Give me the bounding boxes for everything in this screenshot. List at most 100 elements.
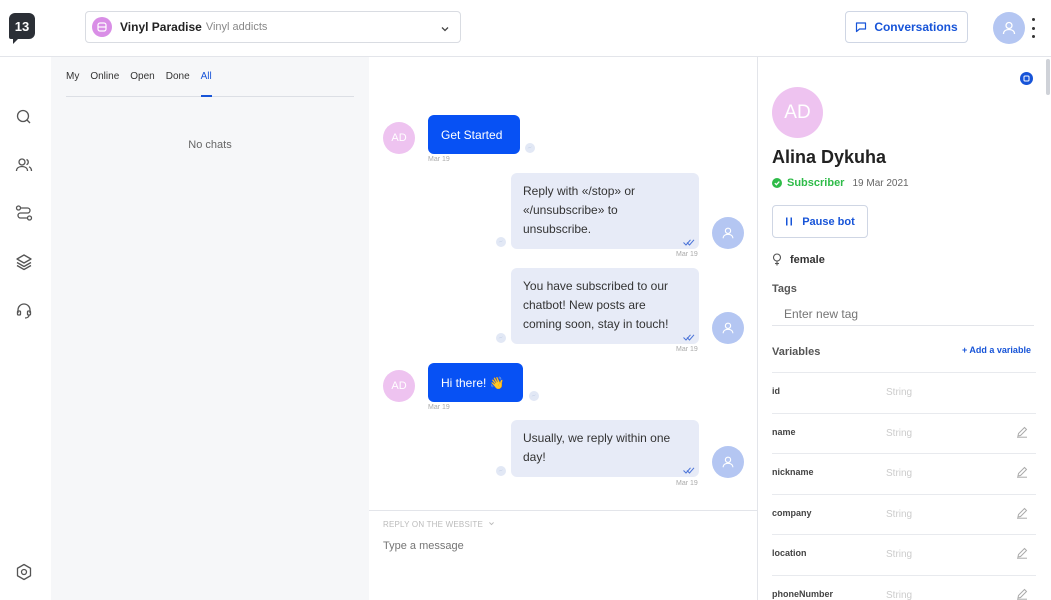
chevron-down-icon <box>440 21 450 39</box>
person-icon <box>722 322 734 334</box>
left-rail <box>0 57 51 600</box>
edit-pencil-icon[interactable] <box>1016 507 1028 519</box>
pause-bot-label: Pause bot <box>802 215 855 228</box>
message-time: Mar 19 <box>428 156 450 163</box>
check-circle-icon <box>772 178 782 188</box>
conversation-panel: AD Get Started Mar 19 Reply with «/stop»… <box>369 57 757 600</box>
tag-input[interactable] <box>772 302 1034 326</box>
edit-pencil-icon[interactable] <box>1016 547 1028 559</box>
contact-profile-panel: AD Alina Dykuha Subscriber 19 Mar 2021 P… <box>757 57 1051 600</box>
add-variable-link[interactable]: + Add a variable <box>962 345 1031 355</box>
conversations-button[interactable]: Conversations <box>845 11 968 43</box>
gender-value: female <box>790 253 825 266</box>
message-text: Reply with «/stop» or «/unsubscribe» to … <box>523 184 636 236</box>
flows-icon[interactable] <box>15 204 33 222</box>
support-icon[interactable] <box>15 302 33 320</box>
message-text: You have subscribed to our chatbot! New … <box>523 279 669 331</box>
variable-name: id <box>772 386 780 396</box>
tab-open[interactable]: Open <box>130 70 154 97</box>
chat-bubble-icon <box>856 22 867 33</box>
contact-avatar: AD <box>383 370 415 402</box>
settings-icon[interactable] <box>15 563 33 581</box>
variable-row: nickname String <box>772 453 1036 494</box>
search-icon[interactable] <box>15 108 33 126</box>
edit-pencil-icon[interactable] <box>1016 466 1028 478</box>
variables-label: Variables <box>772 346 821 358</box>
variable-value[interactable]: String <box>886 428 912 439</box>
messenger-icon <box>496 466 506 476</box>
variable-value[interactable]: String <box>886 549 912 560</box>
variable-row: name String <box>772 412 1036 454</box>
bot-selector[interactable]: Vinyl Paradise Vinyl addicts <box>85 11 461 43</box>
users-icon[interactable] <box>15 156 33 174</box>
operator-avatar <box>712 217 744 249</box>
variable-name: nickname <box>772 467 814 477</box>
message-bubble: Usually, we reply within one day! <box>511 420 699 477</box>
variable-row: company String <box>772 493 1036 535</box>
message-time: Mar 19 <box>428 404 450 411</box>
operator-avatar <box>712 446 744 478</box>
messenger-icon <box>496 237 506 247</box>
read-ticks-icon <box>683 239 695 246</box>
message-text: Usually, we reply within one day! <box>523 431 671 464</box>
variable-name: phoneNumber <box>772 588 834 599</box>
messenger-icon <box>525 143 535 153</box>
variables-list: id String name String nickname String co… <box>772 372 1036 600</box>
reply-channel-selector[interactable]: REPLY ON THE WEBSITE <box>383 520 495 529</box>
bot-name: Vinyl Paradise <box>120 20 202 34</box>
profile-name: Alina Dykuha <box>772 147 887 167</box>
message-bubble: You have subscribed to our chatbot! New … <box>511 268 699 344</box>
person-icon <box>722 456 734 468</box>
variable-row: id String <box>772 372 1036 413</box>
edit-pencil-icon[interactable] <box>1016 426 1028 438</box>
variable-value[interactable]: String <box>886 387 912 398</box>
chevron-down-icon <box>489 522 495 526</box>
gender-field: female <box>772 253 825 266</box>
reply-area: REPLY ON THE WEBSITE <box>369 510 757 600</box>
profile-scrollbar[interactable] <box>1046 59 1050 95</box>
broadcast-icon[interactable] <box>15 253 33 271</box>
status-label: Subscriber <box>787 177 845 189</box>
message-bubble: Hi there! 👋 <box>428 363 523 402</box>
tags-label: Tags <box>772 283 797 295</box>
variable-row: phoneNumber String <box>772 574 1036 600</box>
messenger-channel-icon[interactable] <box>1020 72 1033 85</box>
variable-name: name <box>772 426 796 437</box>
gender-icon <box>772 253 782 266</box>
subscription-status: Subscriber 19 Mar 2021 <box>772 177 909 189</box>
message-input[interactable] <box>383 540 733 552</box>
bot-avatar-icon <box>92 17 112 37</box>
message-time: Mar 19 <box>676 480 698 487</box>
empty-chats-text: No chats <box>188 139 232 151</box>
user-avatar[interactable] <box>993 12 1025 44</box>
variable-value[interactable]: String <box>886 509 912 520</box>
subscribed-date: 19 Mar 2021 <box>852 177 909 189</box>
read-ticks-icon <box>683 467 695 474</box>
bot-description: Vinyl addicts <box>205 21 268 33</box>
person-icon <box>722 227 734 239</box>
variable-value[interactable]: String <box>886 468 912 479</box>
tab-done[interactable]: Done <box>166 70 190 97</box>
messenger-icon <box>529 391 539 401</box>
read-ticks-icon <box>683 334 695 341</box>
reply-channel-label: REPLY ON THE WEBSITE <box>383 520 484 529</box>
tab-all[interactable]: All <box>200 70 212 97</box>
variable-name: company <box>772 507 812 518</box>
contact-avatar: AD <box>383 122 415 154</box>
tab-my[interactable]: My <box>66 70 79 97</box>
more-menu-icon[interactable] <box>1030 18 1036 38</box>
variable-row: location String <box>772 534 1036 575</box>
message-time: Mar 19 <box>676 251 698 258</box>
message-bubble: Reply with «/stop» or «/unsubscribe» to … <box>511 173 699 249</box>
edit-pencil-icon[interactable] <box>1016 588 1028 600</box>
variable-value[interactable]: String <box>886 590 912 600</box>
message-bubble: Get Started <box>428 115 520 154</box>
top-bar: 13 Vinyl Paradise Vinyl addicts Conversa… <box>0 0 1051 57</box>
message-time: Mar 19 <box>676 346 698 353</box>
app-logo[interactable]: 13 <box>9 13 35 44</box>
chat-filter-tabs: My Online Open Done All <box>66 70 354 97</box>
pause-bot-button[interactable]: Pause bot <box>772 205 868 238</box>
tab-online[interactable]: Online <box>90 70 119 97</box>
person-icon <box>1002 21 1016 35</box>
pause-icon <box>786 217 793 226</box>
